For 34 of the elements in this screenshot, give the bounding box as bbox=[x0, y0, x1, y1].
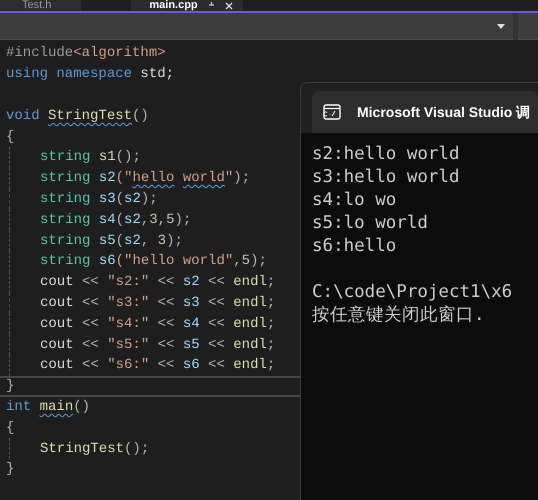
code-line: cout << "s3:" << s3 << endl; bbox=[39, 294, 276, 313]
code-line: string s6("hello world",5); bbox=[39, 252, 267, 272]
console-line: C:\code\Project1\x6 bbox=[312, 281, 514, 304]
code-line: cout << "s5:" << s5 << endl; bbox=[39, 336, 276, 355]
dropdown-caret-icon[interactable] bbox=[497, 24, 505, 28]
code-line: string s4(s2,3,5); bbox=[39, 210, 192, 230]
code-line: } bbox=[5, 460, 14, 480]
console-line: s5:lo world bbox=[312, 212, 429, 235]
code-line: { bbox=[5, 128, 14, 147]
code-line: int main() bbox=[5, 398, 90, 417]
console-line: s3:hello world bbox=[312, 166, 461, 189]
file-tab[interactable]: Test.h bbox=[0, 0, 82, 11]
code-line: string s1(); bbox=[39, 148, 141, 168]
code-line: string s5(s2, 3); bbox=[39, 232, 183, 251]
code-line: { bbox=[5, 418, 14, 438]
console-line: s6:hello bbox=[312, 235, 398, 258]
console-line: s2:hello world bbox=[312, 143, 461, 166]
code-line: void StringTest() bbox=[5, 106, 149, 126]
console-line: 按任意键关闭此窗口. bbox=[312, 304, 486, 327]
code-line: cout << "s2:" << s2 << endl; bbox=[39, 273, 276, 292]
code-line: string s3(s2); bbox=[39, 190, 158, 209]
close-icon[interactable] bbox=[224, 2, 233, 10]
code-line: StringTest(); bbox=[39, 440, 150, 459]
code-line: #include<algorithm> bbox=[5, 44, 166, 64]
code-line: } bbox=[5, 377, 14, 396]
code-line: string s2("hello world"); bbox=[39, 169, 250, 188]
console-tab[interactable]: Microsoft Visual Studio 调 bbox=[312, 91, 538, 133]
window-title: Microsoft Visual Studio 调 bbox=[357, 102, 530, 122]
code-line: cout << "s4:" << s4 << endl; bbox=[39, 314, 276, 334]
file-tab[interactable]: main.cpp bbox=[131, 0, 243, 11]
terminal-icon bbox=[323, 104, 341, 120]
code-line: cout << "s6:" << s6 << endl; bbox=[39, 356, 276, 376]
console-line: s4:lo wo bbox=[312, 189, 398, 212]
code-line: using namespace std; bbox=[5, 65, 174, 84]
